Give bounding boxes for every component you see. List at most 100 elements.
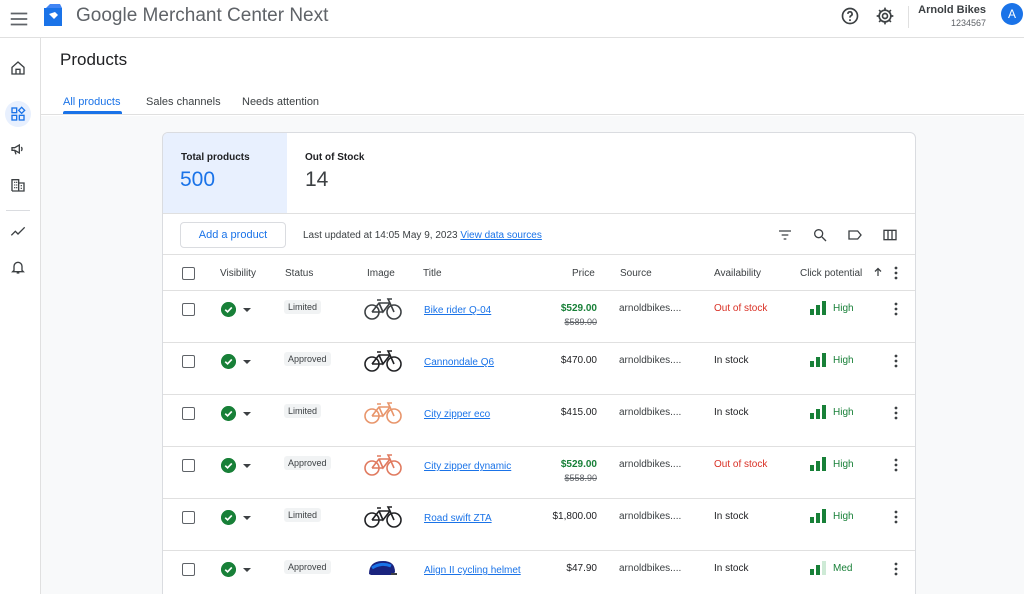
click-potential-value: High bbox=[833, 407, 854, 418]
visibility-dropdown-icon[interactable] bbox=[243, 568, 251, 572]
tab-needs-attention[interactable]: Needs attention bbox=[242, 96, 319, 108]
more-vert-icon[interactable] bbox=[892, 458, 900, 472]
product-price: $529.00 bbox=[560, 303, 597, 314]
click-potential-value: High bbox=[833, 459, 854, 470]
product-source: arnoldbikes.... bbox=[619, 303, 682, 314]
visibility-dropdown-icon[interactable] bbox=[243, 308, 251, 312]
row-checkbox[interactable] bbox=[182, 407, 195, 420]
visible-check-icon bbox=[221, 354, 236, 369]
home-icon bbox=[11, 61, 25, 75]
availability-status: Out of stock bbox=[714, 459, 768, 470]
visible-check-icon bbox=[221, 562, 236, 577]
table-row[interactable]: Approved Cannondale Q6 $470.00 arnoldbik… bbox=[163, 343, 915, 395]
more-vert-icon[interactable] bbox=[892, 302, 900, 316]
visible-check-icon bbox=[221, 458, 236, 473]
visibility-dropdown-icon[interactable] bbox=[243, 360, 251, 364]
click-potential-value: Med bbox=[833, 563, 853, 574]
product-title-link[interactable]: Road swift ZTA bbox=[424, 511, 534, 526]
table-row[interactable]: Limited Road swift ZTA $1,800.00 arnoldb… bbox=[163, 499, 915, 551]
column-header-status[interactable]: Status bbox=[285, 268, 313, 279]
last-updated: Last updated at 14:05 May 9, 2023 View d… bbox=[303, 230, 542, 241]
nav-performance[interactable] bbox=[5, 219, 31, 245]
visible-check-icon bbox=[221, 510, 236, 525]
more-vert-icon[interactable] bbox=[892, 406, 900, 420]
product-price: $415.00 bbox=[560, 407, 597, 418]
divider bbox=[163, 254, 915, 255]
column-header-image: Image bbox=[367, 268, 395, 279]
product-title-link[interactable]: City zipper dynamic bbox=[424, 459, 534, 474]
page-title: Products bbox=[60, 50, 128, 69]
filter-icon[interactable] bbox=[777, 227, 793, 243]
product-price: $529.00 bbox=[560, 459, 597, 470]
table-row[interactable]: Approved City zipper dynamic $529.00 $55… bbox=[163, 447, 915, 499]
product-title-link[interactable]: Align II cycling helmet bbox=[424, 563, 534, 578]
visibility-dropdown-icon[interactable] bbox=[243, 464, 251, 468]
nav-products[interactable] bbox=[5, 101, 31, 127]
table-row[interactable]: Limited Bike rider Q-04 $529.00 $589.00 … bbox=[163, 291, 915, 343]
signal-bars-icon bbox=[810, 353, 826, 367]
divider bbox=[163, 213, 915, 214]
column-header-click-potential[interactable]: Click potential bbox=[800, 268, 862, 279]
nav-home[interactable] bbox=[5, 55, 31, 81]
avatar[interactable]: A bbox=[1001, 3, 1023, 25]
signal-bars-icon bbox=[810, 457, 826, 471]
sort-ascending-icon[interactable] bbox=[872, 266, 884, 278]
status-badge: Approved bbox=[284, 456, 331, 470]
marketing-icon bbox=[11, 143, 23, 155]
product-title-link[interactable]: Bike rider Q-04 bbox=[424, 303, 534, 318]
column-header-visibility[interactable]: Visibility bbox=[220, 268, 256, 279]
signal-bars-icon bbox=[810, 561, 826, 575]
row-checkbox[interactable] bbox=[182, 511, 195, 524]
table-row[interactable]: Approved Align II cycling helmet $47.90 … bbox=[163, 551, 915, 594]
product-source: arnoldbikes.... bbox=[619, 355, 682, 366]
product-title-link[interactable]: Cannondale Q6 bbox=[424, 355, 534, 370]
merchant-center-logo bbox=[44, 4, 62, 26]
product-title-link[interactable]: City zipper eco bbox=[424, 407, 534, 422]
top-app-bar: Google Merchant Center Next Arnold Bikes… bbox=[0, 0, 1024, 38]
more-vert-icon[interactable] bbox=[892, 562, 900, 576]
settings-icon[interactable] bbox=[875, 6, 895, 26]
help-icon[interactable] bbox=[840, 6, 860, 26]
product-source: arnoldbikes.... bbox=[619, 563, 682, 574]
menu-icon[interactable] bbox=[8, 8, 30, 30]
nav-business[interactable] bbox=[5, 172, 31, 198]
nav-marketing[interactable] bbox=[5, 136, 31, 162]
view-data-sources-link[interactable]: View data sources bbox=[460, 230, 542, 241]
row-checkbox[interactable] bbox=[182, 355, 195, 368]
visibility-dropdown-icon[interactable] bbox=[243, 516, 251, 520]
add-product-button[interactable]: Add a product bbox=[180, 222, 286, 248]
products-icon bbox=[11, 106, 26, 121]
active-tab-indicator bbox=[63, 111, 122, 114]
column-header-source[interactable]: Source bbox=[620, 268, 652, 279]
nav-notifications[interactable] bbox=[5, 254, 31, 280]
row-checkbox[interactable] bbox=[182, 459, 195, 472]
columns-icon[interactable] bbox=[882, 227, 898, 243]
search-icon[interactable] bbox=[812, 227, 828, 243]
stat-label: Total products bbox=[181, 152, 250, 163]
tab-all-products[interactable]: All products bbox=[63, 96, 120, 108]
label-icon[interactable] bbox=[847, 227, 863, 243]
select-all-checkbox[interactable] bbox=[182, 267, 195, 280]
product-image bbox=[364, 402, 402, 424]
product-image bbox=[369, 561, 397, 575]
visibility-dropdown-icon[interactable] bbox=[243, 412, 251, 416]
availability-status: In stock bbox=[714, 563, 749, 574]
column-header-price[interactable]: Price bbox=[572, 268, 595, 279]
more-vert-icon[interactable] bbox=[892, 354, 900, 368]
products-card: Total products 500 Out of Stock 14 Add a… bbox=[162, 132, 916, 594]
availability-status: In stock bbox=[714, 407, 749, 418]
tab-sales-channels[interactable]: Sales channels bbox=[146, 96, 221, 108]
product-price: $1,800.00 bbox=[552, 511, 598, 522]
column-header-title[interactable]: Title bbox=[423, 268, 442, 279]
row-checkbox[interactable] bbox=[182, 303, 195, 316]
visible-check-icon bbox=[221, 302, 236, 317]
original-price: $589.00 bbox=[564, 317, 597, 327]
table-row[interactable]: Limited City zipper eco $415.00 arnoldbi… bbox=[163, 395, 915, 447]
click-potential-value: High bbox=[833, 355, 854, 366]
stat-label: Out of Stock bbox=[305, 152, 365, 163]
click-potential-value: High bbox=[833, 511, 854, 522]
column-header-availability[interactable]: Availability bbox=[714, 268, 761, 279]
more-vert-icon[interactable] bbox=[892, 266, 900, 280]
more-vert-icon[interactable] bbox=[892, 510, 900, 524]
row-checkbox[interactable] bbox=[182, 563, 195, 576]
